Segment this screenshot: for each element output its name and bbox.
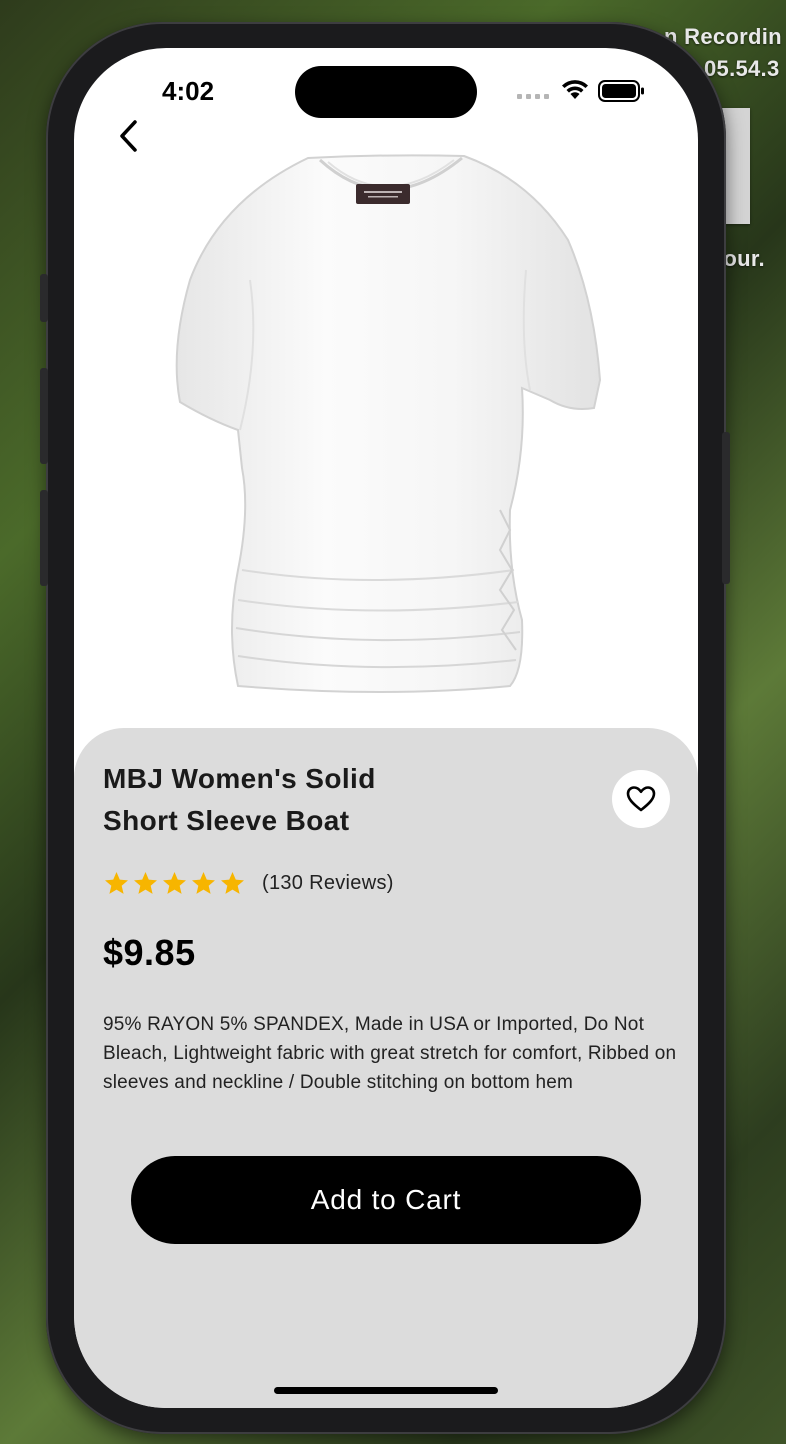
product-price: $9.85 (103, 932, 196, 973)
product-image (175, 154, 602, 693)
cellular-signal-icon (517, 94, 549, 99)
phone-side-button (722, 432, 730, 584)
heart-icon (626, 786, 656, 812)
star-icon (105, 872, 128, 894)
product-details-panel: MBJ Women's Solid Short Sleeve Boat (130… (74, 728, 698, 1408)
phone-volume-up (40, 368, 48, 464)
desktop-file-label-2: 05.54.3 (704, 56, 780, 81)
chevron-left-icon (120, 120, 137, 152)
app-screen: 4:02 MBJ Women's Solid Short Sleeve Boat… (74, 48, 698, 1408)
product-title-line-1: MBJ Women's Solid (103, 763, 376, 794)
wifi-icon (562, 80, 588, 99)
star-icon (221, 872, 244, 894)
reviews-count: (130 Reviews) (262, 872, 394, 894)
rating-stars (103, 870, 246, 897)
phone-volume-down (40, 490, 48, 586)
favorite-button[interactable] (612, 770, 670, 828)
rating-row: (130 Reviews) (103, 870, 394, 897)
star-icon (134, 872, 157, 894)
back-button[interactable] (114, 118, 146, 154)
phone-action-button (40, 274, 48, 322)
battery-icon (598, 80, 644, 102)
add-to-cart-button[interactable]: Add to Cart (131, 1156, 641, 1244)
dynamic-island (295, 66, 477, 118)
product-title-line-2: Short Sleeve Boat (103, 805, 350, 836)
home-indicator[interactable] (274, 1387, 498, 1394)
star-icon (192, 872, 215, 894)
product-title: MBJ Women's Solid Short Sleeve Boat (103, 758, 463, 842)
product-description: 95% RAYON 5% SPANDEX, Made in USA or Imp… (103, 1014, 677, 1093)
status-time: 4:02 (162, 76, 215, 106)
star-icon (163, 872, 186, 894)
